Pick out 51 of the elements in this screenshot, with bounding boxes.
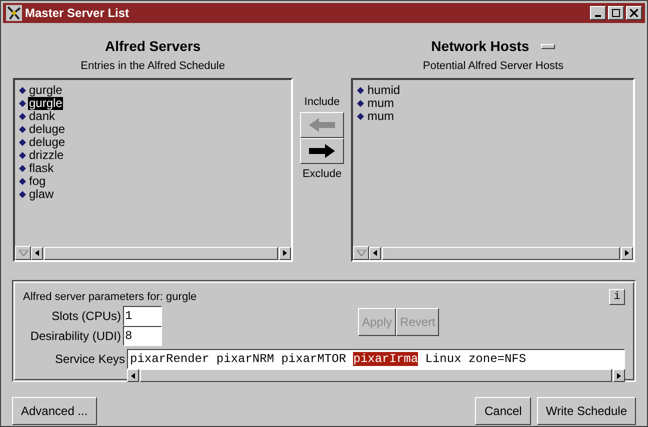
cancel-button[interactable]: Cancel [475,397,531,425]
dropdown-icon [18,250,28,256]
close-button[interactable] [626,6,642,20]
scroll-left-icon [35,250,39,256]
field-label: Slots (CPUs) [50,308,122,324]
right-arrow-icon [309,144,336,158]
field-label: Desirability (UDI) [29,328,122,344]
list-item[interactable]: flask [28,162,55,175]
include-label: Include [304,95,340,109]
close-icon [630,9,638,17]
info-button[interactable]: i [609,289,625,306]
list-item[interactable]: mum [366,97,396,110]
list-item[interactable]: glaw [28,188,55,201]
scroll-right-icon [282,250,287,256]
horizontal-scrollbar[interactable] [369,246,633,260]
panel-subtitle: Potential Alfred Server Hosts [422,59,564,73]
scroll-left-icon [373,250,378,256]
maximize-button[interactable] [608,6,624,20]
parameters-heading: Alfred server parameters for: gurgle [23,290,197,305]
list-item[interactable]: fog [28,175,47,188]
list-item[interactable]: humid [366,84,402,97]
list-item[interactable]: gurgle [28,84,64,97]
list-item[interactable]: gurgle [28,97,64,110]
toggle-button[interactable] [541,44,556,48]
panel-title: Network Hosts [431,37,530,55]
write-schedule-button[interactable]: Write Schedule [536,397,636,425]
list-item[interactable]: dank [28,110,56,123]
minimize-button[interactable] [590,6,606,20]
panel-title: Alfred Servers [104,37,201,55]
advanced-button[interactable]: Advanced ... [12,397,97,425]
input-field[interactable]: 8 [123,326,162,346]
scroll-right-icon [617,372,621,378]
exclude-label: Exclude [302,167,342,181]
list-item[interactable]: drizzle [28,149,65,162]
left-arrow-icon [309,118,336,132]
service-keys-field[interactable]: pixarRender pixarNRM pixarMTOR pixarIrma Linux zone=NFS [127,348,625,368]
scroll-left-icon [131,372,135,378]
list-item[interactable]: mum [366,110,396,123]
list-item[interactable]: deluge [28,136,66,149]
input-field[interactable]: 1 [123,306,162,326]
scroll-right-icon [625,250,629,256]
list-item[interactable]: deluge [28,123,66,136]
app-icon [6,5,22,21]
dropdown-icon [356,250,366,256]
horizontal-scrollbar[interactable] [31,246,291,260]
field-label: Service Keys [54,350,126,368]
exclude-button[interactable] [300,138,344,164]
horizontal-scrollbar[interactable] [127,368,625,382]
window-title: Master Server List [25,5,130,22]
maximize-icon [612,9,620,17]
panel-subtitle: Entries in the Alfred Schedule [80,59,225,73]
